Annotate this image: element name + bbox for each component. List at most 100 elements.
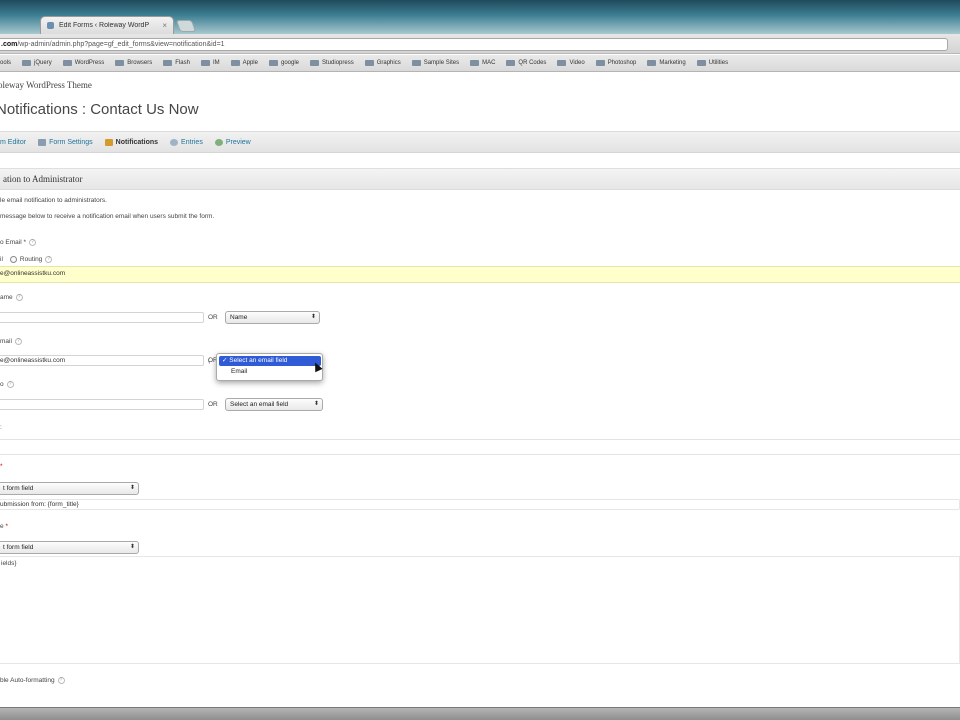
routing-label[interactable]: Routing bbox=[20, 256, 42, 263]
bookmark-label: ools bbox=[0, 60, 12, 66]
folder-icon bbox=[696, 60, 706, 66]
help-icon[interactable]: ? bbox=[6, 381, 14, 388]
reply-to-label-text: o bbox=[0, 381, 4, 389]
from-email-dropdown[interactable]: ✓ Select an email field Email bbox=[216, 353, 323, 381]
help-icon[interactable]: ? bbox=[14, 338, 22, 345]
subject-input[interactable]: ubmission from: {form_title} bbox=[0, 499, 960, 510]
bookmark-apple[interactable]: Apple bbox=[230, 60, 258, 66]
subnav-label: Notifications bbox=[115, 138, 159, 146]
reply-to-label: o? bbox=[0, 381, 14, 388]
subnav-label: m Editor bbox=[0, 138, 27, 146]
dropdown-option-email[interactable]: Email bbox=[231, 368, 247, 375]
dropdown-option-select-email[interactable]: ✓ Select an email field bbox=[219, 356, 321, 366]
message-textarea[interactable]: ields} bbox=[0, 556, 960, 664]
subnav-form-editor[interactable]: m Editor bbox=[0, 139, 26, 146]
bookmark-wordpress[interactable]: WordPress bbox=[62, 60, 105, 66]
auto-formatting-label[interactable]: ble Auto-formatting? bbox=[0, 677, 65, 684]
bookmark-flash[interactable]: Flash bbox=[163, 60, 190, 66]
site-name[interactable]: oleway WordPress Theme bbox=[0, 80, 92, 90]
select-value: t form field bbox=[3, 485, 34, 492]
from-email-value: e@onlineassistku.com bbox=[0, 357, 66, 364]
page-title: Notifications : Contact Us Now bbox=[0, 101, 199, 118]
bookmark-label: Marketing bbox=[659, 60, 686, 66]
bookmark-label: QR Codes bbox=[518, 60, 547, 66]
bookmark-label: Video bbox=[569, 60, 585, 66]
bookmark-utilities[interactable]: Utilities bbox=[696, 60, 728, 66]
bookmark-label: WordPress bbox=[74, 60, 105, 66]
subnav-preview[interactable]: Preview bbox=[214, 138, 251, 146]
reply-to-input[interactable] bbox=[0, 399, 204, 410]
subnav-notifications[interactable]: Notifications bbox=[104, 138, 159, 146]
enable-notification-text: le email notification to administrators. bbox=[0, 197, 107, 204]
help-icon[interactable]: ? bbox=[45, 256, 53, 263]
select-arrow-icon: ⬍ bbox=[310, 314, 316, 320]
bookmark-google[interactable]: google bbox=[268, 60, 299, 66]
routing-radio[interactable] bbox=[9, 256, 17, 263]
bookmark-marketing[interactable]: Marketing bbox=[647, 60, 686, 66]
bookmark-graphics[interactable]: Graphics bbox=[364, 60, 401, 66]
bookmark-label: Photoshop bbox=[607, 60, 637, 66]
folder-icon bbox=[557, 60, 567, 66]
url-path: /wp-admin/admin.php?page=gf_edit_forms&v… bbox=[17, 41, 225, 48]
send-to-email-value[interactable]: e@onlineassistku.com bbox=[0, 270, 65, 277]
message-value: ields} bbox=[1, 560, 17, 567]
from-name-input[interactable] bbox=[0, 312, 204, 323]
bookmark-label: Graphics bbox=[376, 60, 401, 66]
instructions-text: message below to receive a notification … bbox=[0, 213, 215, 220]
help-icon[interactable]: ? bbox=[15, 294, 23, 301]
url-field[interactable]: .com/wp-admin/admin.php?page=gf_edit_for… bbox=[0, 38, 948, 51]
bookmark-video[interactable]: Video bbox=[557, 60, 585, 66]
bookmark-ools[interactable]: ools bbox=[0, 60, 11, 66]
bookmark-qr-codes[interactable]: QR Codes bbox=[506, 60, 546, 66]
folder-icon bbox=[163, 60, 173, 66]
from-email-input[interactable]: e@onlineassistku.com bbox=[0, 355, 204, 366]
message-field-select[interactable]: t form field ⬍ bbox=[0, 541, 139, 554]
entries-icon bbox=[170, 138, 179, 146]
subject-value: ubmission from: {form_title} bbox=[0, 501, 79, 508]
bookmark-im[interactable]: IM bbox=[200, 60, 220, 66]
bookmark-jquery[interactable]: jQuery bbox=[22, 60, 52, 66]
new-tab-button[interactable] bbox=[175, 20, 197, 32]
message-label: e * bbox=[0, 523, 8, 530]
send-to-label-text: o Email bbox=[0, 239, 22, 247]
folder-icon bbox=[647, 60, 657, 66]
folder-icon bbox=[62, 60, 72, 66]
folder-icon bbox=[595, 60, 605, 66]
help-icon[interactable]: ? bbox=[57, 677, 65, 684]
subnav-entries[interactable]: Entries bbox=[170, 138, 203, 146]
reply-to-select[interactable]: Select an email field ⬍ bbox=[225, 398, 323, 411]
bookmark-photoshop[interactable]: Photoshop bbox=[595, 60, 637, 66]
subject-field-select[interactable]: t form field ⬍ bbox=[0, 482, 139, 495]
subject-required-marker: * bbox=[0, 463, 3, 470]
help-icon[interactable]: ? bbox=[29, 239, 37, 246]
from-name-select[interactable]: Name ⬍ bbox=[225, 311, 320, 324]
subnav-form-settings[interactable]: Form Settings bbox=[38, 138, 93, 146]
preview-icon bbox=[214, 138, 223, 146]
tab-title: Edit Forms ‹ Roleway WordP bbox=[59, 22, 150, 29]
from-email-label-text: mail bbox=[0, 338, 12, 346]
folder-icon bbox=[470, 60, 480, 66]
folder-icon bbox=[364, 60, 374, 66]
select-arrow-icon: ⬍ bbox=[129, 485, 135, 491]
select-value: t form field bbox=[3, 544, 34, 551]
message-label-text: e bbox=[0, 523, 4, 530]
bookmark-label: Flash bbox=[175, 60, 190, 66]
divider bbox=[0, 454, 960, 455]
window-bottom-edge bbox=[0, 707, 960, 720]
section-header: ation to Administrator bbox=[0, 168, 960, 190]
send-to-radios: il Routing? bbox=[0, 256, 53, 263]
from-email-label: mail? bbox=[0, 338, 22, 345]
bookmark-sample-sites[interactable]: Sample Sites bbox=[411, 60, 459, 66]
bookmark-mac[interactable]: MAC bbox=[470, 60, 495, 66]
bookmark-label: Apple bbox=[242, 60, 258, 66]
bookmark-label: Studiopress bbox=[322, 60, 354, 66]
radio-email-label[interactable]: il bbox=[0, 256, 3, 263]
or-text: OR bbox=[208, 314, 218, 321]
form-subnav: m Editor Form Settings Notifications Ent… bbox=[0, 131, 960, 153]
browser-tab[interactable]: Edit Forms ‹ Roleway WordP × bbox=[40, 16, 174, 34]
bookmark-studiopress[interactable]: Studiopress bbox=[310, 60, 354, 66]
notification-icon bbox=[104, 138, 113, 146]
folder-icon bbox=[230, 60, 240, 66]
bookmark-browsers[interactable]: Browsers bbox=[115, 60, 152, 66]
close-tab-icon[interactable]: × bbox=[162, 21, 167, 30]
